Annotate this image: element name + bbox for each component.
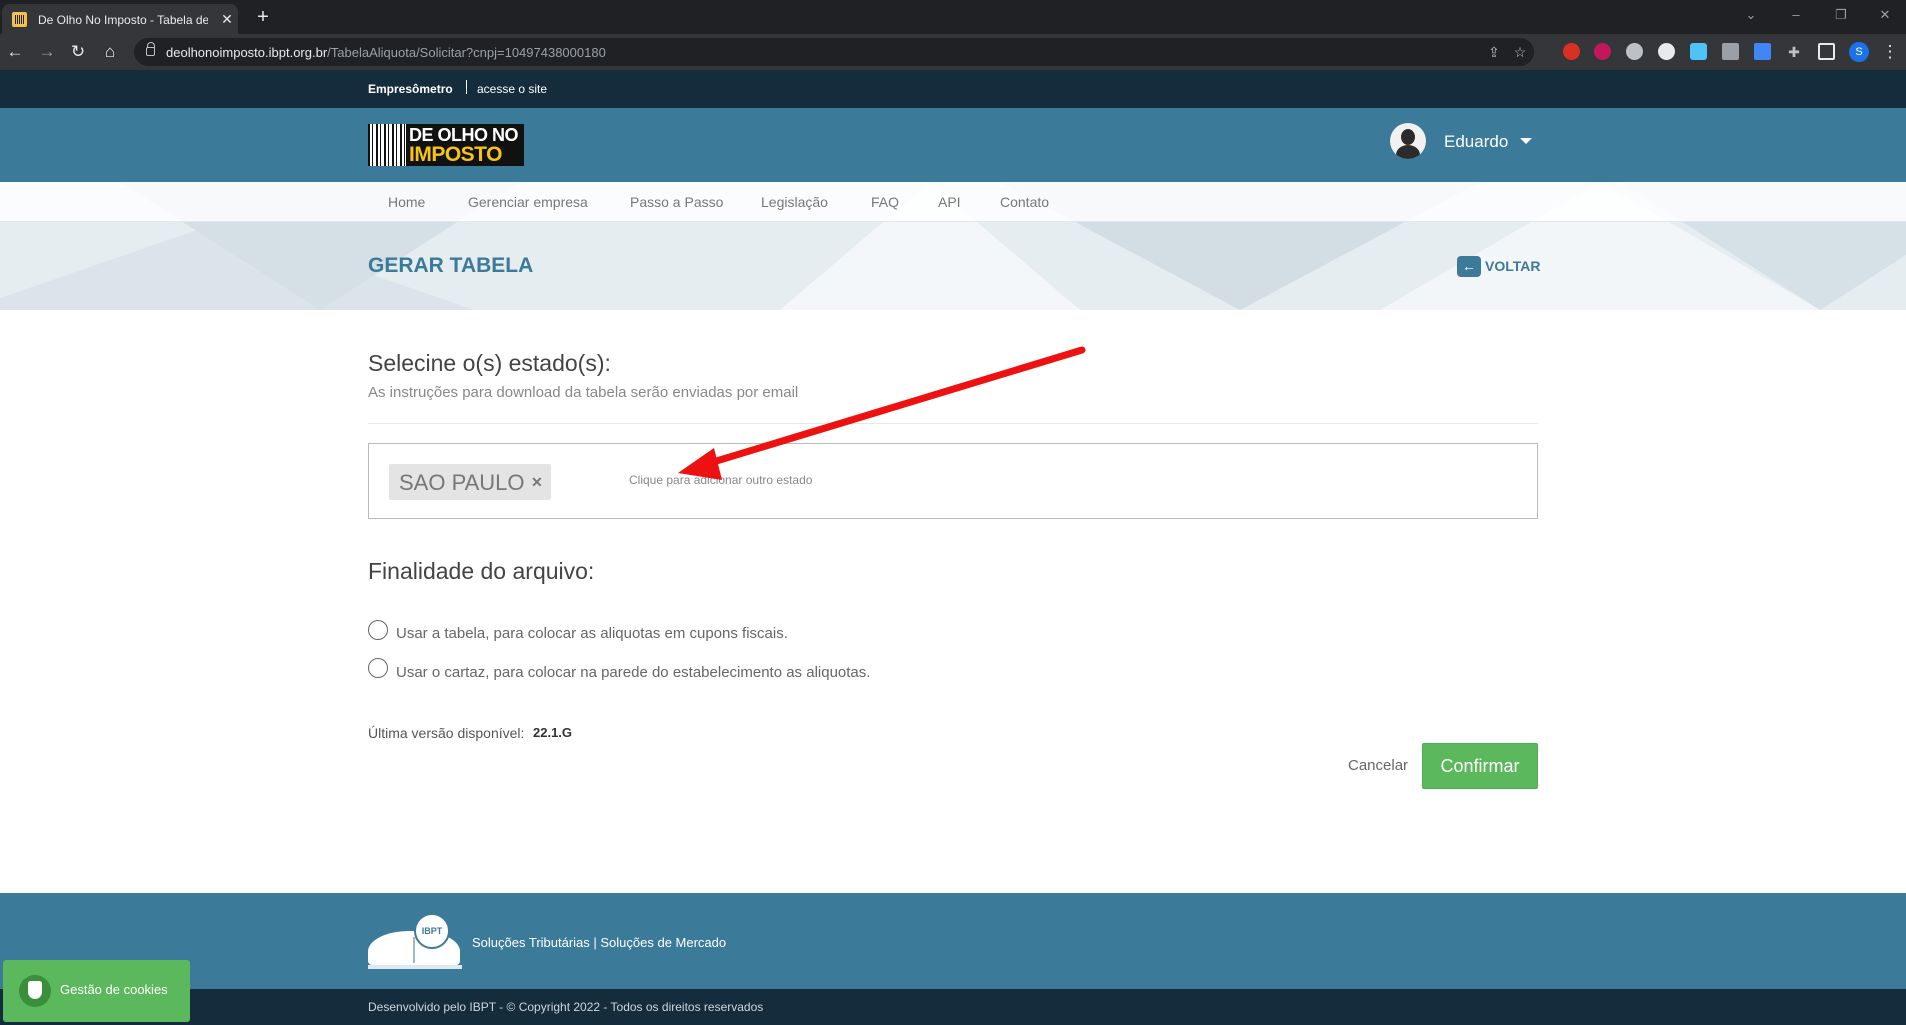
back-button[interactable]: VOLTAR [1485, 258, 1540, 274]
copyright-bar: Desenvolvido pelo IBPT - © Copyright 202… [0, 989, 1906, 1025]
states-heading: Selecine o(s) estado(s): [368, 350, 611, 376]
state-chip-label: SAO PAULO [399, 470, 525, 495]
back-arrow-icon[interactable]: ← [5, 42, 25, 62]
logo-text-bottom: IMPOSTO [409, 143, 502, 166]
extension-record-icon[interactable] [1658, 43, 1675, 60]
tab-search-icon[interactable]: ⌄ [1742, 6, 1760, 24]
barcode-icon [368, 124, 406, 166]
state-multiselect[interactable]: SAO PAULO ✕ Clique para adicionar outro … [368, 443, 1538, 519]
purpose-radio-table[interactable] [368, 620, 388, 640]
shield-icon [19, 975, 51, 1007]
restore-icon[interactable]: ❐ [1832, 6, 1850, 24]
purpose-radio-table-label[interactable]: Usar a tabela, para colocar as aliquotas… [396, 625, 788, 642]
nav-item-legislacao[interactable]: Legislação [761, 194, 828, 210]
bookmark-star-icon[interactable]: ☆ [1512, 44, 1528, 60]
extension-translate-icon[interactable] [1754, 43, 1771, 60]
state-chip: SAO PAULO ✕ [389, 464, 551, 500]
reload-icon[interactable]: ↻ [68, 42, 88, 62]
nav-item-passo-a-passo[interactable]: Passo a Passo [630, 194, 723, 210]
states-subtitle: As instruções para download da tabela se… [368, 384, 799, 401]
caret-down-icon[interactable] [1520, 138, 1532, 144]
site-top-strip: Empresômetro acesse o site [0, 70, 1906, 108]
ibpt-seal: IBPT [414, 913, 450, 949]
purpose-heading: Finalidade do arquivo: [368, 558, 595, 584]
browser-menu-icon[interactable]: ⋮ [1880, 42, 1900, 62]
version-value: 22.1.G [533, 725, 573, 740]
empresometro-link[interactable]: Empresômetro [368, 82, 453, 96]
purpose-radio-poster-label[interactable]: Usar o cartaz, para colocar na parede do… [396, 664, 870, 681]
access-site-link[interactable]: acesse o site [477, 82, 547, 96]
nav-item-api[interactable]: API [938, 194, 961, 210]
page-title: GERAR TABELA [368, 254, 534, 277]
remove-chip-icon[interactable]: ✕ [531, 474, 543, 491]
cookie-settings-button[interactable]: Gestão de cookies [3, 960, 190, 1022]
confirm-button[interactable]: Confirmar [1422, 743, 1538, 789]
nav-item-home[interactable]: Home [388, 194, 425, 210]
side-panel-icon[interactable] [1818, 43, 1835, 60]
url-text: deolhonoimposto.ibpt.org.br/TabelaAliquo… [166, 45, 606, 60]
browser-tab-strip: De Olho No Imposto - Tabela de ✕ + ⌄ – ❐… [0, 0, 1906, 34]
user-menu-name[interactable]: Eduardo [1444, 132, 1508, 152]
footer-links[interactable]: Soluções Tributárias | Soluções de Merca… [472, 935, 726, 950]
tab-title: De Olho No Imposto - Tabela de [38, 13, 208, 27]
cancel-button[interactable]: Cancelar [1348, 757, 1408, 774]
add-state-placeholder[interactable]: Clique para adicionar outro estado [629, 473, 812, 487]
site-header: DE OLHO NO IMPOSTO Eduardo [0, 108, 1906, 182]
favicon-icon [12, 12, 27, 27]
back-arrow-icon[interactable]: ← [1457, 256, 1481, 277]
browser-tab-active[interactable]: De Olho No Imposto - Tabela de ✕ [2, 4, 238, 34]
extensions-puzzle-icon[interactable]: ✚ [1786, 44, 1802, 60]
extension-adblock-icon[interactable] [1563, 43, 1580, 60]
minimize-icon[interactable]: – [1787, 6, 1805, 24]
ibpt-logo[interactable]: IBPT [368, 913, 462, 969]
extension-screenshot-icon[interactable] [1690, 43, 1707, 60]
share-icon[interactable]: ⇪ [1486, 44, 1502, 60]
forward-arrow-icon[interactable]: → [37, 42, 57, 62]
extension-block-icon[interactable] [1594, 43, 1611, 60]
browser-toolbar: ← → ↻ ⌂ deolhonoimposto.ibpt.org.br/Tabe… [0, 34, 1906, 70]
site-logo[interactable]: DE OLHO NO IMPOSTO [368, 124, 524, 166]
close-window-icon[interactable]: ✕ [1876, 6, 1894, 24]
logo-tagline [368, 965, 462, 969]
divider [466, 80, 467, 94]
new-tab-icon[interactable]: + [252, 6, 274, 28]
copyright-text: Desenvolvido pelo IBPT - © Copyright 202… [368, 1000, 764, 1014]
version-label: Última versão disponível: [368, 725, 525, 741]
nav-item-faq[interactable]: FAQ [871, 194, 899, 210]
nav-item-contato[interactable]: Contato [1000, 194, 1049, 210]
purpose-radio-poster[interactable] [368, 658, 388, 678]
home-icon[interactable]: ⌂ [100, 42, 120, 62]
site-footer: IBPT Soluções Tributárias | Soluções de … [0, 893, 1906, 989]
cookie-settings-label: Gestão de cookies [60, 982, 168, 997]
address-bar[interactable]: deolhonoimposto.ibpt.org.br/TabelaAliquo… [134, 38, 1534, 66]
close-tab-icon[interactable]: ✕ [218, 10, 236, 28]
nav-item-gerenciar-empresa[interactable]: Gerenciar empresa [468, 194, 588, 210]
section-divider [368, 423, 1538, 424]
user-avatar[interactable] [1390, 123, 1426, 159]
extension-puzzle-alt-icon[interactable] [1626, 43, 1643, 60]
profile-avatar[interactable]: S [1849, 42, 1869, 62]
main-nav: Home Gerenciar empresa Passo a Passo Leg… [0, 182, 1906, 222]
extension-mail-icon[interactable] [1722, 43, 1739, 60]
lock-icon [146, 42, 155, 56]
